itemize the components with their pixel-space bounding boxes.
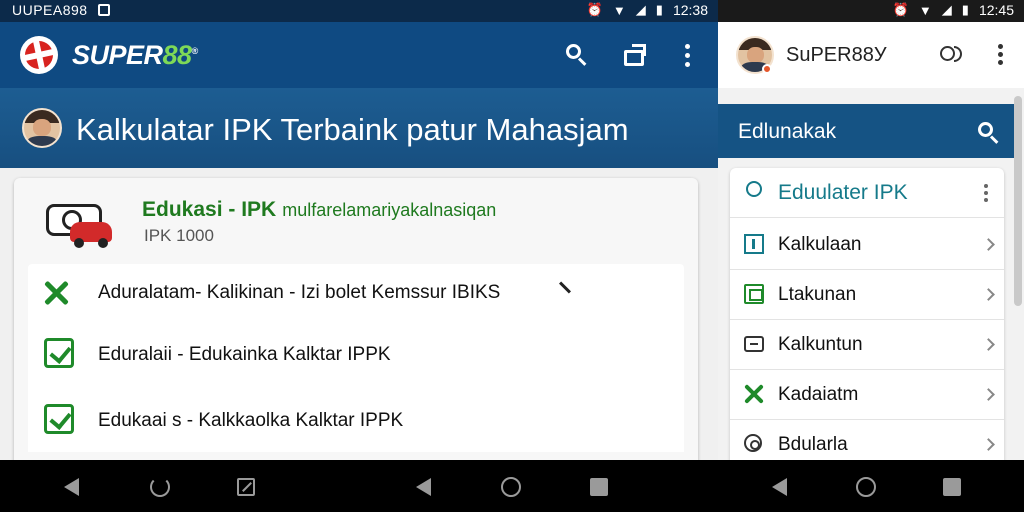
section-title: Edlunakak xyxy=(738,120,837,143)
share-icon[interactable] xyxy=(624,44,648,66)
wifi-icon: ▼ xyxy=(612,2,626,18)
list-item[interactable]: Edukaai s - Kalkkaolka Kalktar IPPK xyxy=(28,386,684,452)
search-icon[interactable] xyxy=(978,122,1000,144)
search-icon[interactable] xyxy=(566,44,588,66)
battery-icon: ▮ xyxy=(655,2,663,17)
list-item-label: Edukaai s - Kalkkaolka Kalktar IPPK xyxy=(98,410,404,431)
back-icon[interactable] xyxy=(772,478,787,496)
list-item[interactable]: Eduralaii - Edukainka Kalktar IPPK xyxy=(28,322,684,386)
square-icon xyxy=(744,234,764,254)
notification-icon xyxy=(98,4,110,16)
check-icon xyxy=(44,404,74,434)
list-item[interactable]: Kalkulaan xyxy=(730,220,1004,270)
refresh-icon[interactable] xyxy=(150,477,170,497)
scrollbar[interactable] xyxy=(1014,96,1022,306)
battery-icon: ▮ xyxy=(961,2,969,17)
logo-word: SUPER xyxy=(72,40,163,70)
avatar[interactable] xyxy=(22,108,62,148)
status-time: 12:38 xyxy=(672,2,708,18)
headset-icon[interactable] xyxy=(940,44,964,66)
status-icons: ⏰ ▼ ◢ ▮ 12:45 xyxy=(893,2,1014,18)
home-icon[interactable] xyxy=(501,477,521,497)
chevron-right-icon xyxy=(982,288,995,301)
tools-icon xyxy=(44,280,70,306)
list-item-label: Kalkuntun xyxy=(778,334,863,355)
menu-list: Eduulater IPK Kalkulaan Ltakunan Kalkunt… xyxy=(730,168,1004,460)
chevron-right-icon xyxy=(982,238,995,251)
check-icon xyxy=(44,338,74,368)
section-header: Edlunakak xyxy=(718,104,1014,158)
list-item[interactable]: Bdularla xyxy=(730,420,1004,460)
list-item[interactable]: Kadaiatm xyxy=(730,370,1004,420)
profile-header: SuPER88У xyxy=(718,22,1024,88)
gear-icon xyxy=(744,434,762,452)
page-title-bar: Kalkulatar IPK Terbaink patur Mahasjam xyxy=(0,88,718,168)
alarm-icon: ⏰ xyxy=(586,2,603,17)
app-logo-text: SUPER88® xyxy=(72,40,198,71)
list-header-item[interactable]: Eduulater IPK xyxy=(730,168,1004,218)
back-icon[interactable] xyxy=(416,478,431,496)
home-icon[interactable] xyxy=(856,477,876,497)
list-item[interactable]: Ltakunan xyxy=(730,270,1004,320)
wifi-icon: ▼ xyxy=(918,2,932,18)
recents-icon[interactable] xyxy=(590,478,608,496)
calculator-icon xyxy=(744,336,764,352)
logo-number: 88 xyxy=(162,40,193,70)
online-status-dot xyxy=(762,64,772,74)
tools-icon xyxy=(744,384,764,404)
chevron-right-icon xyxy=(982,338,995,351)
chevron-right-icon xyxy=(982,388,995,401)
super88-logo-icon xyxy=(20,36,58,74)
list-item[interactable]: Aduralatam- Kalikinan - Izi bolet Kemssu… xyxy=(28,264,684,322)
more-vert-icon[interactable] xyxy=(998,44,1004,66)
list-item-label: Kalkulaan xyxy=(778,234,862,255)
signal-icon: ◢ xyxy=(941,2,952,17)
back-icon[interactable] xyxy=(64,478,79,496)
card-title-main: Edukasi - IPK xyxy=(142,198,277,221)
profile-name: SuPER88У xyxy=(786,44,887,66)
more-vert-icon[interactable] xyxy=(685,44,691,67)
status-bar: ⏰ ▼ ◢ ▮ 12:45 xyxy=(718,0,1024,22)
list-item[interactable]: Kalkuntun xyxy=(730,320,1004,370)
chevron-right-icon xyxy=(982,438,995,451)
card-title-suffix: mulfarelamariyakalnasiqan xyxy=(282,200,497,220)
carrier-label: UUPEA898 xyxy=(12,2,88,18)
right-phone-screen: ⏰ ▼ ◢ ▮ 12:45 SuPER88У Edlunakak Eduulat… xyxy=(718,0,1024,460)
list-item-label: Bdularla xyxy=(778,434,848,455)
status-icons: ⏰ ▼ ◢ ▮ 12:38 xyxy=(587,2,708,18)
left-phone-screen: UUPEA898 ⏰ ▼ ◢ ▮ 12:38 SUPER88® Kalkulat… xyxy=(0,0,718,460)
lightbulb-icon xyxy=(746,181,762,197)
recents-icon[interactable] xyxy=(943,478,961,496)
status-time: 12:45 xyxy=(978,2,1014,18)
signal-icon: ◢ xyxy=(635,2,646,17)
list-item-label: Ltakunan xyxy=(778,284,857,305)
status-bar: UUPEA898 ⏰ ▼ ◢ ▮ 12:38 xyxy=(0,0,718,22)
system-nav-bar xyxy=(0,460,1024,512)
edit-icon[interactable] xyxy=(558,281,572,294)
card-subtitle: IPK 1000 xyxy=(144,226,214,245)
list-item-label: Kadaiatm xyxy=(778,384,859,405)
crop-icon[interactable] xyxy=(237,478,255,496)
page-title: Kalkulatar IPK Terbaink patur Mahasjam xyxy=(76,112,629,147)
alarm-icon: ⏰ xyxy=(892,2,909,17)
list-item-label: Aduralatam- Kalikinan - Izi bolet Kemssu… xyxy=(98,282,501,303)
list-item-label: Eduulater IPK xyxy=(778,181,908,204)
registered-mark: ® xyxy=(191,46,199,56)
camera-car-icon xyxy=(44,194,114,250)
app-bar: SUPER88® xyxy=(0,22,718,88)
document-icon xyxy=(744,284,764,304)
more-vert-icon[interactable] xyxy=(984,184,988,202)
card-title: Edukasi - IPK mulfarelamariyakalnasiqan xyxy=(142,198,496,222)
list-item-label: Eduralaii - Edukainka Kalktar IPPK xyxy=(98,344,391,365)
education-card: Edukasi - IPK mulfarelamariyakalnasiqan I… xyxy=(14,178,698,460)
